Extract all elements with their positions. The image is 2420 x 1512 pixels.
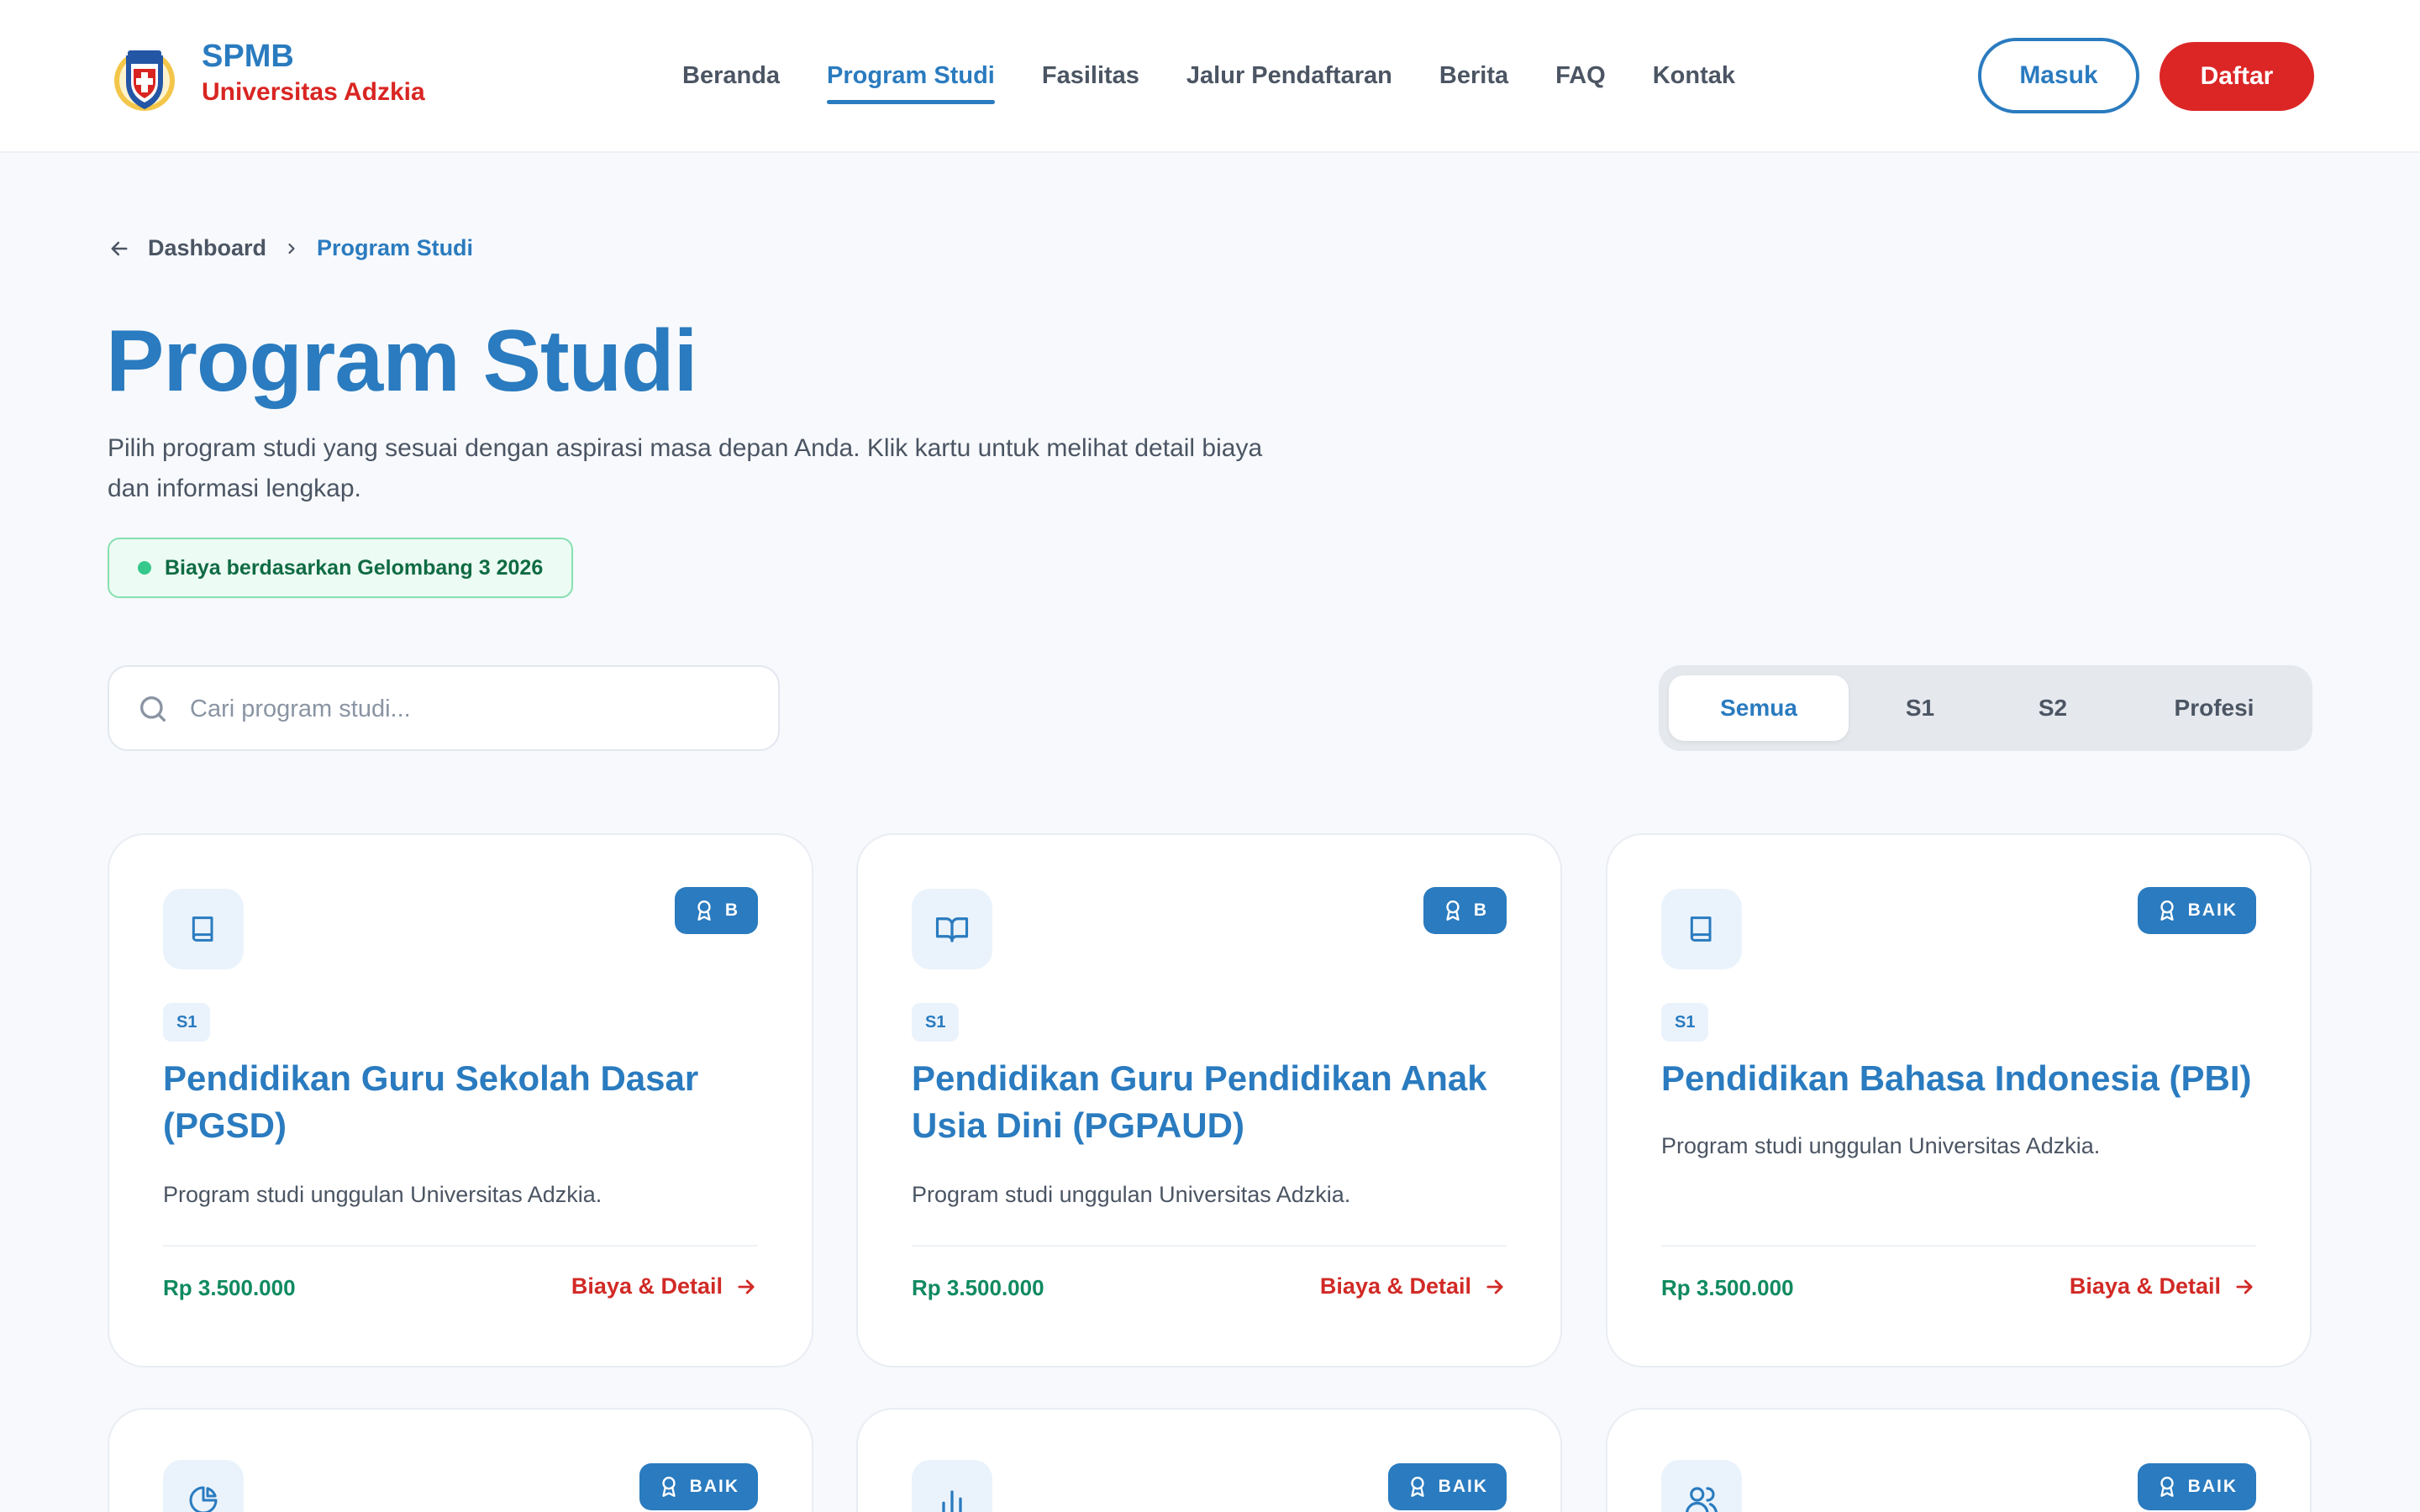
brand[interactable]: SPMB Universitas Adzkia [202,37,425,109]
nav-faq[interactable]: FAQ [1555,59,1606,92]
breadcrumb: Dashboard Program Studi [108,235,473,261]
chevron-right-icon [288,243,295,254]
nav-program-studi[interactable]: Program Studi [827,59,995,104]
program-card[interactable]: BAIK [856,1408,1562,1512]
accreditation-badge: B [674,887,758,934]
search-box [108,665,780,751]
level-badge: S1 [1661,1003,1709,1042]
card-footer: Rp 3.500.000 Biaya & Detail [912,1245,1507,1300]
filter-tab-s2[interactable]: S2 [1993,675,2112,741]
program-card[interactable]: BAIK [1606,1408,2312,1512]
accreditation-value: BAIK [1438,1477,1488,1496]
detail-link-label: Biaya & Detail [571,1273,723,1299]
program-price: Rp 3.500.000 [912,1275,1044,1300]
detail-link[interactable]: Biaya & Detail [2070,1273,2256,1299]
book-icon [192,916,213,942]
accreditation-badge: BAIK [2137,887,2256,934]
breadcrumb-dashboard[interactable]: Dashboard [148,235,266,261]
accreditation-badge: BAIK [2137,1463,2256,1510]
accreditation-value: BAIK [689,1477,739,1496]
arrow-left-icon[interactable] [108,237,131,260]
accreditation-value: BAIK [2187,900,2238,920]
brand-name: SPMB [202,39,294,74]
card-icon-box [1661,1460,1742,1512]
accreditation-badge: BAIK [639,1463,758,1510]
pie-chart-icon [189,1486,218,1512]
card-icon-box [1661,889,1742,969]
fee-wave-text: Biaya berdasarkan Gelombang 3 2026 [165,556,544,580]
program-card-pgsd[interactable]: B S1 Pendidikan Guru Sekolah Dasar (PGSD… [108,833,813,1368]
program-description: Program studi unggulan Universitas Adzki… [912,1182,1351,1207]
nav-berita[interactable]: Berita [1439,59,1508,92]
page-title: Program Studi [106,312,698,410]
program-card-pbi[interactable]: BAIK S1 Pendidikan Bahasa Indonesia (PBI… [1606,833,2312,1368]
program-description: Program studi unggulan Universitas Adzki… [1661,1133,2101,1158]
card-footer: Rp 3.500.000 Biaya & Detail [1661,1245,2256,1300]
bar-chart-icon [942,1490,962,1512]
nav-jalur-pendaftaran[interactable]: Jalur Pendaftaran [1186,59,1392,92]
award-icon [662,1477,676,1497]
search-icon [140,696,166,722]
nav-fasilitas[interactable]: Fasilitas [1042,59,1139,92]
register-button[interactable]: Daftar [2160,42,2314,111]
open-book-icon [935,917,969,942]
accreditation-value: BAIK [2187,1477,2238,1496]
card-footer: Rp 3.500.000 Biaya & Detail [163,1245,758,1300]
award-icon [697,900,711,921]
award-icon [2160,900,2174,921]
program-title: Pendidikan Guru Pendidikan Anak Usia Din… [912,1058,1487,1145]
page-description: Pilih program studi yang sesuai dengan a… [108,434,1263,502]
detail-link[interactable]: Biaya & Detail [571,1273,758,1299]
filter-tab-profesi[interactable]: Profesi [2126,675,2302,741]
card-icon-box [912,889,992,969]
level-badge: S1 [163,1003,211,1042]
level-badge: S1 [912,1003,960,1042]
fee-wave-badge: Biaya berdasarkan Gelombang 3 2026 [108,538,574,598]
award-icon [1411,1477,1424,1497]
arrow-right-icon [2236,1279,2253,1294]
search-input[interactable] [190,684,761,734]
level-filter: Semua S1 S2 Profesi [1659,665,2312,751]
detail-link-label: Biaya & Detail [2069,1273,2221,1299]
arrow-right-icon [1486,1279,1503,1294]
main-nav: Beranda Program Studi Fasilitas Jalur Pe… [682,59,1735,104]
nav-kontak[interactable]: Kontak [1653,59,1735,92]
login-button[interactable]: Masuk [1978,38,2139,113]
accreditation-badge: BAIK [1387,1463,1507,1510]
accreditation-badge: B [1423,887,1507,934]
brand-university: Universitas Adzkia [202,78,425,106]
card-icon-box [163,1460,244,1512]
filter-tab-s1[interactable]: S1 [1860,675,1980,741]
program-price: Rp 3.500.000 [1661,1275,1794,1300]
detail-link[interactable]: Biaya & Detail [1320,1273,1507,1299]
program-title: Pendidikan Guru Sekolah Dasar (PGSD) [163,1058,699,1145]
status-dot-icon [138,561,151,575]
program-card-pgpaud[interactable]: B S1 Pendidikan Guru Pendidikan Anak Usi… [856,833,1562,1368]
book-icon [1690,916,1712,942]
accreditation-value: B [724,900,739,920]
card-icon-box [912,1460,992,1512]
arrow-right-icon [738,1279,755,1294]
breadcrumb-current: Program Studi [317,235,474,260]
program-price: Rp 3.500.000 [163,1275,296,1300]
accreditation-value: B [1473,900,1488,920]
nav-beranda[interactable]: Beranda [682,59,780,92]
program-card[interactable]: BAIK [108,1408,813,1512]
university-logo-icon[interactable] [109,44,180,114]
users-icon [1686,1487,1718,1512]
program-description: Program studi unggulan Universitas Adzki… [163,1182,602,1207]
award-icon [1446,900,1460,921]
award-icon [2160,1477,2174,1497]
top-navbar: SPMB Universitas Adzkia Beranda Program … [0,0,2420,153]
filter-tab-semua[interactable]: Semua [1669,675,1849,741]
detail-link-label: Biaya & Detail [1319,1273,1471,1299]
program-title: Pendidikan Bahasa Indonesia (PBI) [1661,1058,2252,1098]
card-icon-box [163,889,244,969]
